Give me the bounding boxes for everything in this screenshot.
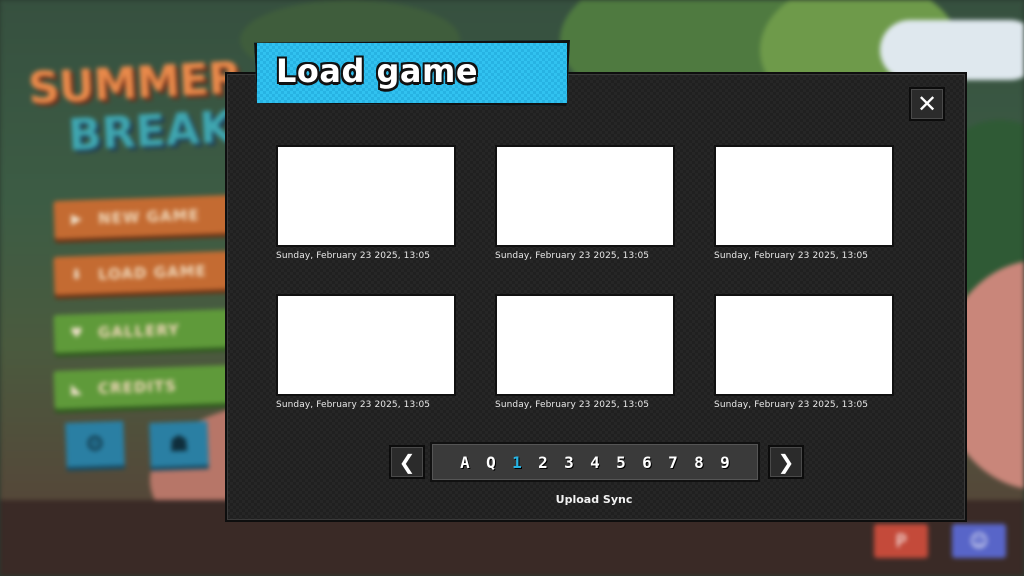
patreon-icon: P bbox=[895, 530, 907, 552]
load-game-label: LOAD GAME bbox=[97, 261, 208, 284]
page-1[interactable]: 1 bbox=[504, 453, 530, 472]
page-6[interactable]: 6 bbox=[634, 453, 660, 472]
chevron-right-icon: ❯ bbox=[777, 450, 795, 474]
page-quick[interactable]: Q bbox=[478, 453, 504, 472]
dialog-title: Load game bbox=[276, 52, 479, 90]
save-slot-thumbnail[interactable] bbox=[714, 145, 894, 247]
save-slot-date: Sunday, February 23 2025, 13:05 bbox=[495, 400, 650, 410]
page-auto[interactable]: A bbox=[452, 453, 478, 472]
gear-icon: ⚙ bbox=[84, 431, 106, 457]
save-slot[interactable]: Sunday, February 23 2025, 13:05 bbox=[714, 145, 894, 261]
save-slot-date: Sunday, February 23 2025, 13:05 bbox=[714, 251, 869, 261]
save-slot-date: Sunday, February 23 2025, 13:05 bbox=[276, 251, 431, 261]
page-5[interactable]: 5 bbox=[608, 453, 634, 472]
play-icon: ▶ bbox=[70, 211, 84, 228]
page-7[interactable]: 7 bbox=[660, 453, 686, 472]
save-slot-thumbnail[interactable] bbox=[276, 145, 456, 247]
extras-button: ☗ bbox=[149, 421, 209, 467]
page-8[interactable]: 8 bbox=[686, 453, 712, 472]
discord-button: ☺ bbox=[952, 524, 1006, 558]
prev-page-button[interactable]: ❮ bbox=[389, 445, 425, 479]
patreon-button: P bbox=[874, 524, 928, 558]
save-slot-thumbnail[interactable] bbox=[714, 294, 894, 396]
game-logo: SUMMER BREAK bbox=[27, 52, 248, 168]
boot-icon: ◣ bbox=[70, 381, 84, 398]
save-slot[interactable]: Sunday, February 23 2025, 13:05 bbox=[276, 294, 456, 410]
save-slot[interactable]: Sunday, February 23 2025, 13:05 bbox=[714, 294, 894, 410]
new-game-label: NEW GAME bbox=[97, 206, 200, 228]
save-slot-thumbnail[interactable] bbox=[276, 294, 456, 396]
page-9[interactable]: 9 bbox=[712, 453, 738, 472]
logo-line2: BREAK bbox=[66, 101, 235, 162]
page-4[interactable]: 4 bbox=[582, 453, 608, 472]
chevron-left-icon: ❮ bbox=[398, 450, 416, 474]
heart-icon: ♥ bbox=[69, 325, 85, 342]
page-3[interactable]: 3 bbox=[556, 453, 582, 472]
cloud bbox=[880, 20, 1024, 80]
download-icon: ⬇ bbox=[70, 267, 84, 284]
figure-icon: ☗ bbox=[168, 431, 190, 457]
new-game-button: ▶ NEW GAME bbox=[53, 194, 235, 240]
upload-sync-button[interactable]: Upload Sync bbox=[540, 493, 648, 506]
settings-button: ⚙ bbox=[65, 421, 125, 467]
page-selector: A Q 1 2 3 4 5 6 7 8 9 bbox=[430, 442, 760, 482]
credits-button: ◣ CREDITS bbox=[53, 364, 235, 410]
save-slot-thumbnail[interactable] bbox=[495, 294, 675, 396]
save-slot-thumbnail[interactable] bbox=[495, 145, 675, 247]
gallery-button: ♥ GALLERY bbox=[53, 308, 235, 354]
close-button[interactable]: ✕ bbox=[909, 87, 945, 121]
load-game-button: ⬇ LOAD GAME bbox=[53, 250, 235, 296]
save-slot[interactable]: Sunday, February 23 2025, 13:05 bbox=[495, 145, 675, 261]
next-page-button[interactable]: ❯ bbox=[768, 445, 804, 479]
discord-icon: ☺ bbox=[969, 530, 989, 552]
save-slot-date: Sunday, February 23 2025, 13:05 bbox=[276, 400, 431, 410]
credits-label: CREDITS bbox=[97, 376, 178, 398]
gallery-label: GALLERY bbox=[97, 320, 181, 342]
save-slot-date: Sunday, February 23 2025, 13:05 bbox=[714, 400, 869, 410]
save-slot[interactable]: Sunday, February 23 2025, 13:05 bbox=[276, 145, 456, 261]
page-2[interactable]: 2 bbox=[530, 453, 556, 472]
save-slot-date: Sunday, February 23 2025, 13:05 bbox=[495, 251, 650, 261]
save-slot[interactable]: Sunday, February 23 2025, 13:05 bbox=[495, 294, 675, 410]
close-icon: ✕ bbox=[916, 90, 938, 118]
